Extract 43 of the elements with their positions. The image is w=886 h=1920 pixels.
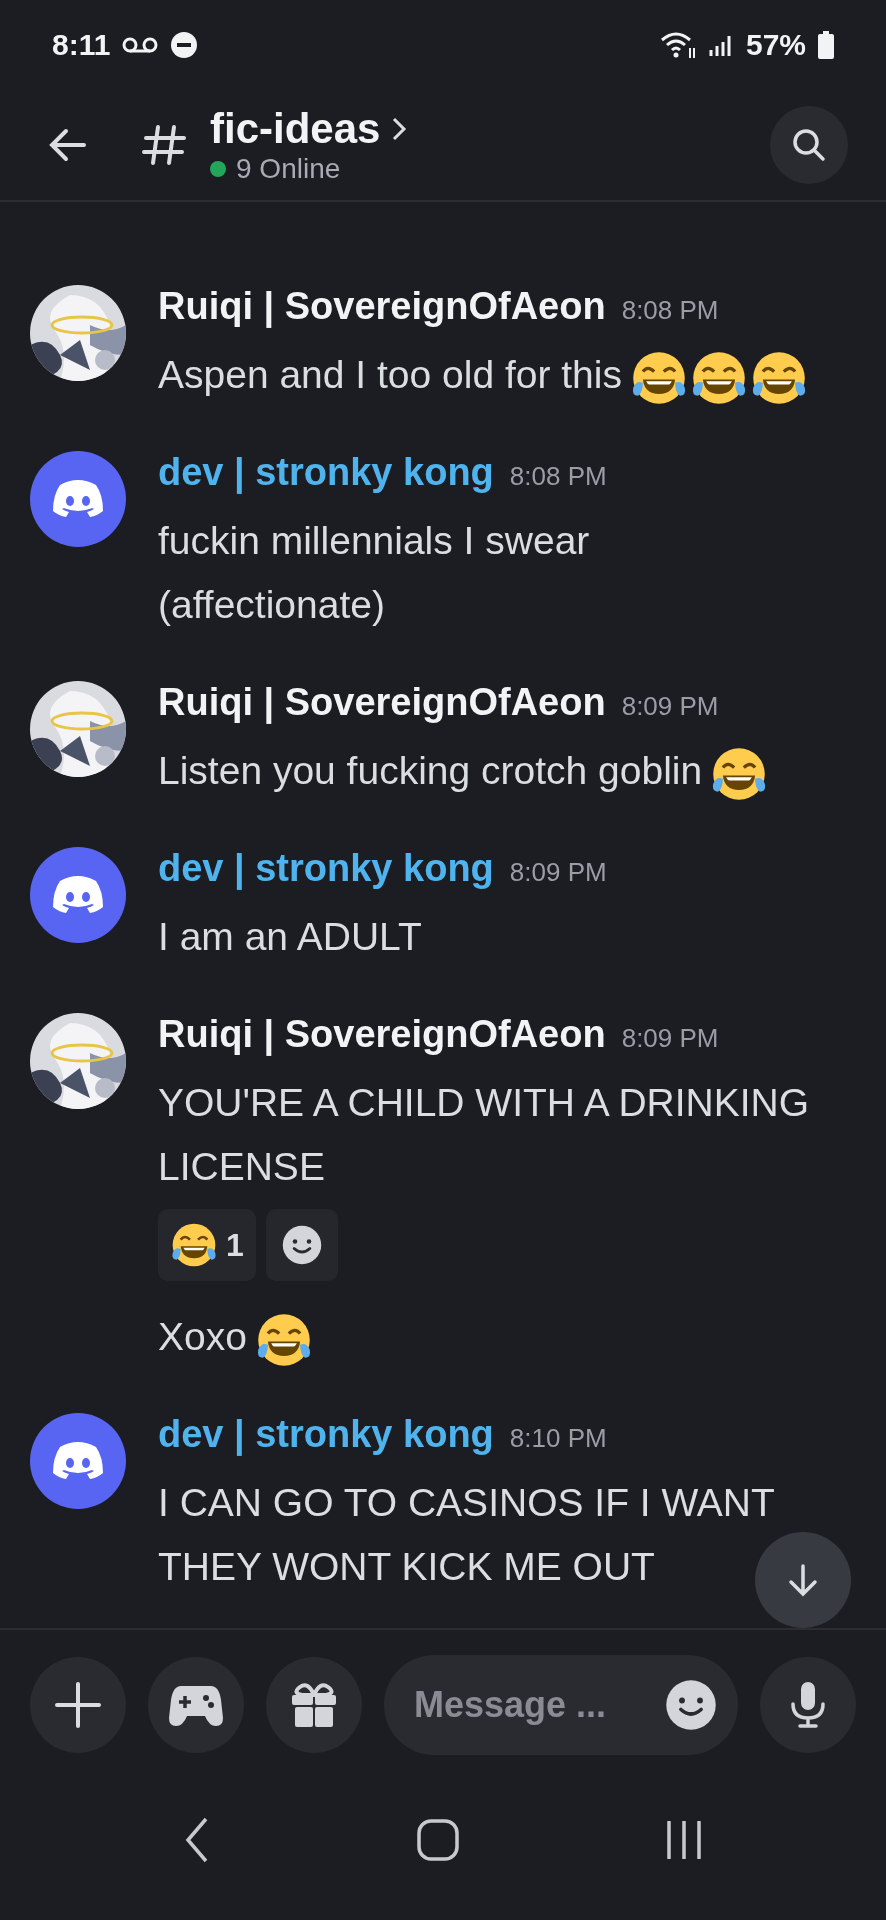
gift-icon <box>289 1680 339 1730</box>
online-status-dot <box>210 161 226 177</box>
message-time: 8:09 PM <box>621 691 719 722</box>
do-not-disturb-icon <box>170 31 199 59</box>
author-name[interactable]: Ruiqi | SovereignOfAeon <box>158 681 606 724</box>
message-text: I am an ADULT <box>158 915 422 958</box>
battery-percent: 57% <box>745 28 806 62</box>
author-name[interactable]: Ruiqi | SovereignOfAeon <box>158 285 606 328</box>
message-text: Xoxo <box>158 1315 247 1358</box>
laughing-emoji-icon <box>170 1221 218 1269</box>
message-text: I CAN GO TO CASINOS IF I WANT THEY WONT KICK ME OUT <box>158 1481 775 1588</box>
channel-name[interactable]: fic-ideas <box>210 105 381 153</box>
message-time: 8:09 PM <box>509 857 607 888</box>
message-time: 8:09 PM <box>621 1023 719 1054</box>
message-time: 8:08 PM <box>621 295 719 326</box>
default-avatar-icon <box>30 1413 126 1509</box>
default-avatar-icon <box>30 847 126 943</box>
message-text: YOU'RE A CHILD WITH A DRINKING LICENSE <box>158 1081 810 1188</box>
add-reaction-button[interactable] <box>265 1209 338 1281</box>
default-avatar-icon <box>30 451 126 547</box>
message-time: 8:10 PM <box>509 1423 607 1454</box>
home-nav-button[interactable] <box>416 1818 460 1862</box>
author-name[interactable]: dev | stronky kong <box>158 1413 494 1456</box>
message-text: Aspen and I too old for this <box>158 353 622 396</box>
message-text: fuckin millennials I swear (affectionate) <box>158 519 590 626</box>
message-time: 8:08 PM <box>509 461 607 492</box>
message-text: Listen you fucking crotch goblin <box>158 749 703 792</box>
author-name[interactable]: Ruiqi | SovereignOfAeon <box>158 1013 606 1056</box>
chevron-right-icon <box>390 115 409 143</box>
clock-time: 8:11 <box>52 28 111 62</box>
emoji-icon <box>664 1678 718 1732</box>
wifi-icon <box>659 30 696 60</box>
message-input[interactable]: Message ... <box>384 1655 738 1755</box>
author-name[interactable]: dev | stronky kong <box>158 451 494 494</box>
smiley-icon <box>280 1224 323 1266</box>
author-name[interactable]: dev | stronky kong <box>158 847 494 890</box>
battery-icon <box>818 31 834 59</box>
plus-icon <box>53 1680 103 1730</box>
voicemail-icon <box>122 37 159 53</box>
recents-nav-button[interactable] <box>664 1818 704 1862</box>
reaction-chip[interactable]: 1 <box>158 1209 256 1281</box>
online-count: 9 Online <box>236 153 341 185</box>
microphone-icon <box>788 1680 828 1730</box>
